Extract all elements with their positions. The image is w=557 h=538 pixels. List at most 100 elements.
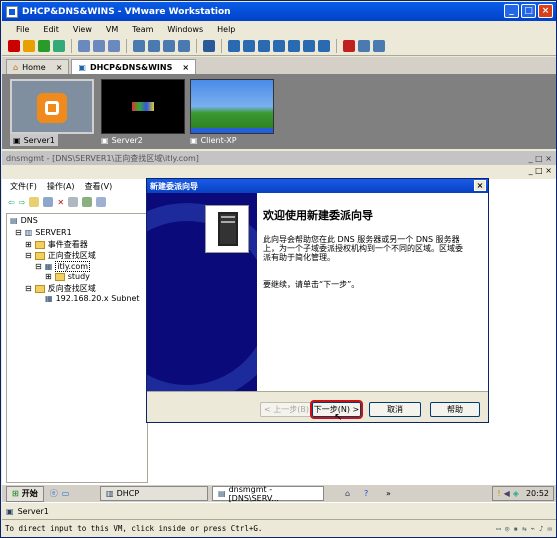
- taskbar-item-dhcp[interactable]: ▥ DHCP: [100, 486, 208, 501]
- mmc-menu-action[interactable]: 操作(A): [47, 181, 75, 192]
- close-tab-icon[interactable]: ×: [182, 63, 189, 72]
- mmc-menu-file[interactable]: 文件(F): [10, 181, 37, 192]
- network-adapter-icon[interactable]: ⇆: [522, 524, 527, 533]
- quick-switch-icon[interactable]: [243, 40, 255, 52]
- thumbnail-server2-label[interactable]: ▣ Server2: [101, 134, 143, 146]
- thumbnail-client-xp[interactable]: [190, 79, 274, 134]
- snapshot-icon[interactable]: [78, 40, 90, 52]
- thumbnail-server2[interactable]: [101, 79, 185, 134]
- tree-node-study[interactable]: ⊞ study: [45, 272, 90, 281]
- thumbnail-icon[interactable]: [273, 40, 285, 52]
- ie-icon[interactable]: ⓔ: [50, 488, 58, 499]
- revert-icon[interactable]: [93, 40, 105, 52]
- start-button[interactable]: ⊞ 开始: [6, 485, 44, 502]
- expand-icon[interactable]: ⊞: [45, 272, 52, 281]
- menu-team[interactable]: Team: [132, 25, 153, 34]
- properties-icon[interactable]: [68, 197, 79, 207]
- network-tray-icon[interactable]: ⌂: [345, 489, 350, 498]
- help-button[interactable]: 帮助: [430, 402, 480, 417]
- tree-node-server[interactable]: ⊟ ▥ SERVER1: [15, 228, 72, 237]
- server-graphic-icon: [205, 205, 249, 253]
- forward-icon[interactable]: ⇨: [19, 198, 26, 207]
- back-icon[interactable]: ⇦: [8, 198, 15, 207]
- wizard-close-button[interactable]: ×: [474, 180, 486, 191]
- tree-node-event-viewer[interactable]: ⊞ 事件查看器: [25, 239, 88, 250]
- mmc-title-bar: dnsmgmt - [DNS\SERVER1\正向查找区域\itly.com] …: [2, 151, 556, 165]
- volume-tray-icon[interactable]: ◀: [504, 489, 510, 498]
- collapse-icon[interactable]: ⊟: [25, 284, 32, 293]
- close-button[interactable]: ×: [538, 4, 553, 18]
- toolbar: [2, 37, 556, 56]
- menu-file[interactable]: File: [16, 25, 29, 34]
- collapse-icon[interactable]: ⊟: [25, 251, 32, 260]
- title-bar: DHCP&DNS&WINS - VMware Workstation _ □ ×: [2, 2, 556, 21]
- taskbar-item-dnsmgmt[interactable]: ▤ dnsmgmt - [DNS\SERV...: [212, 485, 324, 503]
- up-folder-icon[interactable]: [29, 197, 40, 207]
- back-button[interactable]: < 上一步(B): [260, 402, 313, 417]
- thumbnail-server1-label[interactable]: ▣ Server1: [10, 134, 58, 146]
- refresh-icon[interactable]: [82, 197, 93, 207]
- connection-tray-icon[interactable]: ◈: [513, 489, 519, 498]
- thumbnail-client-xp-label[interactable]: ▣ Client-XP: [190, 134, 237, 146]
- menu-view[interactable]: View: [73, 25, 92, 34]
- cancel-button[interactable]: 取消: [369, 402, 421, 417]
- show-tree-icon[interactable]: [43, 197, 54, 207]
- menu-help[interactable]: Help: [217, 25, 235, 34]
- appliance-icon[interactable]: [318, 40, 330, 52]
- help-tray-icon[interactable]: ?: [364, 489, 368, 498]
- status-tab-label[interactable]: Server1: [18, 507, 49, 516]
- mmc-child-controls[interactable]: _ □ ×: [529, 166, 552, 175]
- show-desktop-icon[interactable]: ▭: [62, 489, 70, 498]
- tree-node-reverse-zone[interactable]: ⊟ 反向查找区域: [25, 283, 96, 294]
- tree-node-forward-zone[interactable]: ⊟ 正向查找区域: [25, 250, 96, 261]
- tree-node-reverse-subnet[interactable]: ▦ 192.168.20.x Subnet: [45, 294, 140, 303]
- replay-icon[interactable]: [358, 40, 370, 52]
- mmc-menu-view[interactable]: 查看(V): [85, 181, 113, 192]
- tab-home[interactable]: ⌂ Home ×: [6, 59, 70, 74]
- minimize-button[interactable]: _: [504, 4, 519, 18]
- warning-tray-icon[interactable]: !: [497, 489, 500, 498]
- view-icon[interactable]: [203, 40, 215, 52]
- settings-icon[interactable]: [163, 40, 175, 52]
- clock: 20:52: [525, 489, 549, 498]
- suspend-icon[interactable]: [23, 40, 35, 52]
- sidebar-icon[interactable]: [258, 40, 270, 52]
- close-tab-icon[interactable]: ×: [56, 63, 63, 72]
- menu-vm[interactable]: VM: [106, 25, 118, 34]
- wizard-heading: 欢迎使用新建委派向导: [263, 209, 373, 222]
- collapse-icon[interactable]: ⊟: [15, 228, 22, 237]
- record-icon[interactable]: [343, 40, 355, 52]
- expand-icon[interactable]: ⊞: [25, 240, 32, 249]
- message-icon[interactable]: ✉: [547, 524, 552, 533]
- vm-icon: ▣: [190, 135, 198, 145]
- floppy-icon[interactable]: ▪: [513, 524, 518, 533]
- console-icon[interactable]: [288, 40, 300, 52]
- delete-icon[interactable]: ✕: [57, 198, 64, 207]
- menu-edit[interactable]: Edit: [43, 25, 59, 34]
- thumbnail-server1[interactable]: [10, 79, 94, 134]
- maximize-button[interactable]: □: [521, 4, 536, 18]
- menu-windows[interactable]: Windows: [167, 25, 203, 34]
- capture-icon[interactable]: [373, 40, 385, 52]
- summary-icon[interactable]: [303, 40, 315, 52]
- fullscreen-icon[interactable]: [228, 40, 240, 52]
- network-icon[interactable]: [178, 40, 190, 52]
- power-on-icon[interactable]: [38, 40, 50, 52]
- tree-node-zone-itly[interactable]: ⊟ ▦ itly.com: [35, 261, 91, 272]
- reset-icon[interactable]: [53, 40, 65, 52]
- hdd-icon[interactable]: ▭: [496, 524, 501, 533]
- tab-vm[interactable]: ▣ DHCP&DNS&WINS ×: [71, 59, 197, 74]
- sound-icon[interactable]: ♪: [539, 524, 544, 533]
- usb-icon[interactable]: ⌁: [530, 524, 535, 533]
- snapshot-manager-icon[interactable]: [108, 40, 120, 52]
- cdrom-icon[interactable]: ◎: [505, 524, 510, 533]
- export-icon[interactable]: [96, 197, 107, 207]
- team-icon[interactable]: [133, 40, 145, 52]
- tree-node-dns[interactable]: ▤ DNS: [10, 216, 38, 225]
- clone-icon[interactable]: [148, 40, 160, 52]
- power-off-icon[interactable]: [8, 40, 20, 52]
- mmc-window-controls[interactable]: _ □ ×: [529, 154, 552, 163]
- folder-icon: [34, 284, 45, 293]
- collapse-icon[interactable]: ⊟: [35, 262, 42, 271]
- quicklaunch-chevron-icon[interactable]: »: [386, 489, 391, 498]
